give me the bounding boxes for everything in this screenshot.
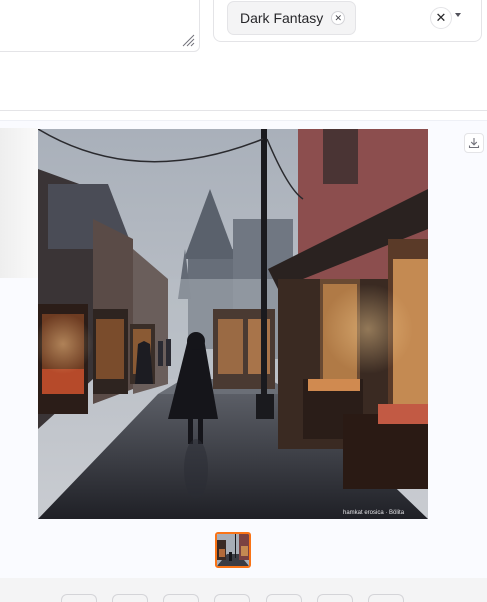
download-button[interactable] <box>464 133 484 153</box>
download-icon <box>468 138 480 149</box>
gallery-thumbnail-selected[interactable] <box>215 532 251 568</box>
generated-image[interactable]: hamkat erosica · Bölita <box>38 129 428 519</box>
chip-remove-icon[interactable]: ✕ <box>331 11 346 25</box>
thumbnail-image <box>217 534 249 566</box>
style-selector[interactable]: Dark Fantasy ✕ ✕ <box>213 0 482 42</box>
toolbar-button-1[interactable] <box>61 594 97 602</box>
toolbar-button-5[interactable] <box>266 594 302 602</box>
selected-style-chip: Dark Fantasy ✕ <box>227 1 357 35</box>
prompt-textarea[interactable] <box>0 0 200 52</box>
clear-selection-icon[interactable]: ✕ <box>430 7 452 29</box>
toolbar-button-4[interactable] <box>214 594 250 602</box>
toolbar-button-6[interactable] <box>317 594 353 602</box>
resize-handle-icon[interactable] <box>182 34 195 47</box>
gallery-edge-shadow <box>0 128 38 278</box>
section-divider <box>0 110 487 111</box>
toolbar-button-7[interactable] <box>368 594 404 602</box>
toolbar-button-2[interactable] <box>112 594 148 602</box>
image-watermark: hamkat erosica · Bölita <box>343 510 405 516</box>
app-page: Dark Fantasy ✕ ✕ hamkat erosica · Bölita <box>0 0 487 602</box>
street-scene-illustration: hamkat erosica · Bölita <box>38 129 428 519</box>
chip-label: Dark Fantasy <box>240 10 324 26</box>
dropdown-caret-icon[interactable] <box>455 13 461 17</box>
toolbar-button-3[interactable] <box>163 594 199 602</box>
